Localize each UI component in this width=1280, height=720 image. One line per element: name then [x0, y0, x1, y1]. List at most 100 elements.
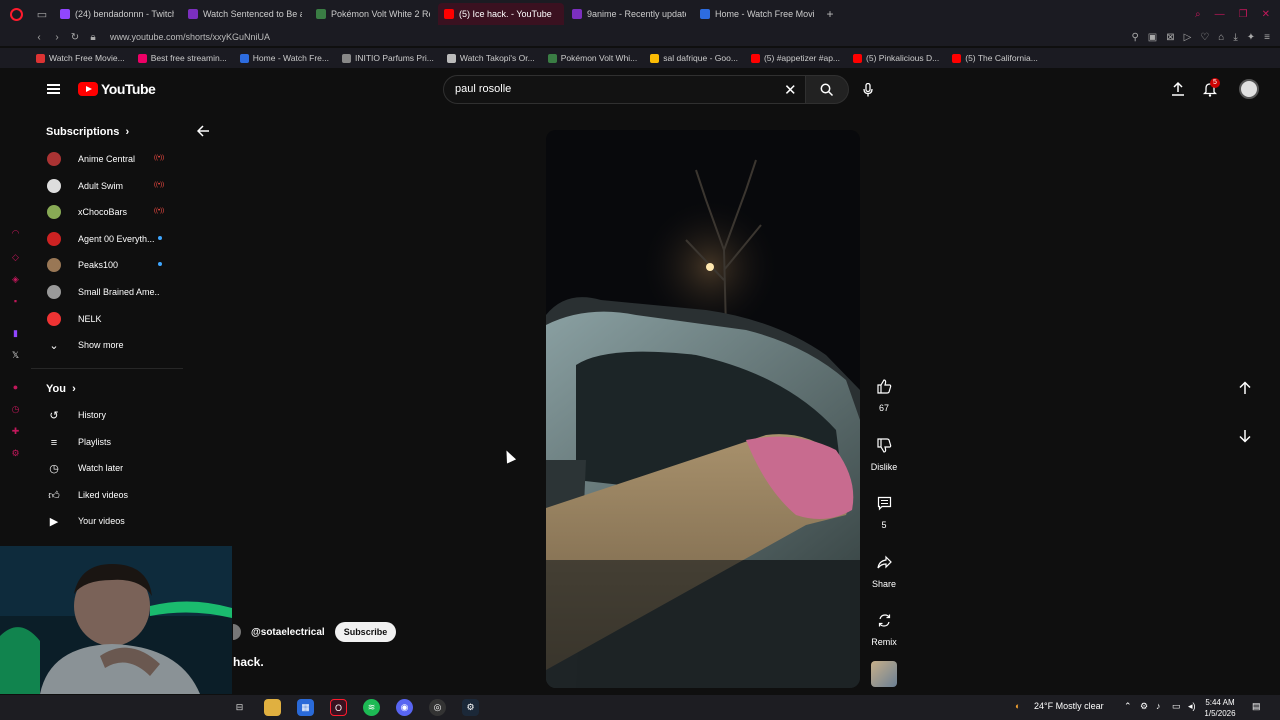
- close-window-icon[interactable]: ✕: [1262, 9, 1270, 20]
- you-header[interactable]: You ›: [46, 383, 76, 395]
- sidebar-app-icon[interactable]: ▪: [10, 296, 21, 307]
- channel-name[interactable]: @sotaelectrical: [251, 627, 325, 638]
- bookmark-item[interactable]: Watch Takopi's Or...: [446, 53, 535, 63]
- comments-action[interactable]: 5: [866, 489, 902, 530]
- next-short-arrow-icon[interactable]: [1234, 427, 1256, 449]
- tray-chevron-icon[interactable]: ⌃: [1124, 701, 1132, 712]
- bookmark-item[interactable]: (5) Pinkalicious D...: [853, 53, 939, 63]
- search-input[interactable]: paul rosolle ✕: [443, 75, 835, 104]
- back-arrow-icon[interactable]: [196, 125, 210, 140]
- you-item[interactable]: 👍︎ Liked videos: [31, 486, 183, 506]
- menu-icon[interactable]: ≡: [1264, 32, 1270, 43]
- remix-icon[interactable]: [870, 606, 898, 634]
- subscriptions-header[interactable]: Subscriptions ›: [46, 126, 129, 138]
- heart-icon[interactable]: ♡: [1200, 32, 1209, 43]
- bookmark-item[interactable]: Home - Watch Fre...: [239, 53, 329, 63]
- search-button[interactable]: [805, 75, 849, 104]
- weather-text[interactable]: 24°F Mostly clear: [1034, 701, 1104, 711]
- bookmark-item[interactable]: (5) #appetizer #ap...: [750, 53, 840, 63]
- you-item[interactable]: ▶ Your videos: [31, 512, 183, 532]
- bookmark-item[interactable]: (5) The California...: [952, 53, 1038, 63]
- subscription-item[interactable]: Agent 00 Everyth...: [31, 230, 183, 250]
- like-action[interactable]: 67: [866, 372, 902, 413]
- account-avatar[interactable]: [1239, 79, 1259, 99]
- comment-icon[interactable]: [870, 489, 898, 517]
- steam-icon[interactable]: ⚙: [462, 699, 479, 716]
- spotify-taskbar-icon[interactable]: ≋: [363, 699, 380, 716]
- remix-action[interactable]: Remix: [866, 606, 902, 647]
- browser-tab[interactable]: Watch Sentenced to Be a: [182, 3, 308, 25]
- tab-menu-icon[interactable]: ▭: [32, 0, 52, 28]
- opera-taskbar-icon[interactable]: O: [330, 699, 347, 716]
- guide-menu-icon[interactable]: [47, 84, 60, 94]
- you-item[interactable]: ◷ Watch later: [31, 459, 183, 479]
- bookmark-item[interactable]: Best free streamin...: [137, 53, 227, 63]
- system-clock[interactable]: 5:44 AM 1/5/2026: [1200, 697, 1240, 719]
- store-icon[interactable]: ▦: [297, 699, 314, 716]
- task-view-icon[interactable]: ⊟: [231, 699, 248, 716]
- clear-search-icon[interactable]: ✕: [784, 81, 797, 99]
- channel-avatar[interactable]: [233, 624, 241, 640]
- ai-icon[interactable]: ✦: [1247, 32, 1255, 43]
- pin-icon[interactable]: ⚲: [1131, 32, 1138, 43]
- share-icon[interactable]: [870, 548, 898, 576]
- upload-icon[interactable]: [1170, 81, 1186, 97]
- subscription-item[interactable]: Small Brained Ame...: [31, 283, 183, 303]
- extensions-icon[interactable]: ✚: [10, 426, 21, 437]
- youtube-logo[interactable]: YouTube: [78, 81, 156, 97]
- snapshot-icon[interactable]: ▣: [1148, 32, 1157, 43]
- back-icon[interactable]: ‹: [30, 32, 48, 43]
- voice-search-button[interactable]: [853, 75, 882, 104]
- adblock-icon[interactable]: ⊠: [1166, 32, 1174, 43]
- search-tabs-icon[interactable]: ⌕: [1195, 9, 1201, 20]
- subscription-item[interactable]: Adult Swim ((•)): [31, 177, 183, 197]
- forward-icon[interactable]: ›: [48, 32, 66, 43]
- reload-icon[interactable]: ↻: [66, 32, 84, 43]
- volume-icon[interactable]: ◂): [1188, 701, 1196, 712]
- opera-logo-icon[interactable]: [0, 0, 32, 28]
- minimize-icon[interactable]: —: [1215, 9, 1225, 20]
- subscription-item[interactable]: NELK: [31, 310, 183, 330]
- notifications-center-icon[interactable]: ▤: [1252, 701, 1261, 712]
- short-title[interactable]: hack.: [233, 655, 264, 669]
- url-field[interactable]: www.youtube.com/shorts/xxyKGuNniUA: [110, 32, 270, 42]
- sidebar-app-icon[interactable]: ◈: [10, 274, 21, 285]
- discord-icon[interactable]: ◉: [396, 699, 413, 716]
- settings-icon[interactable]: ⚙: [10, 448, 21, 459]
- sound-thumbnail[interactable]: [871, 661, 897, 687]
- mic-tray-icon[interactable]: ♪: [1156, 701, 1161, 711]
- previous-short-arrow-icon[interactable]: [1234, 379, 1256, 401]
- history-sidebar-icon[interactable]: ◷: [10, 404, 21, 415]
- bookmark-item[interactable]: sal dafrique - Goo...: [650, 53, 738, 63]
- browser-tab[interactable]: 9anime - Recently update: [566, 3, 692, 25]
- short-video-player[interactable]: [546, 130, 860, 688]
- subscription-item[interactable]: xChocoBars ((•)): [31, 203, 183, 223]
- dislike-action[interactable]: Dislike: [866, 431, 902, 472]
- browser-tab[interactable]: (5) Ice hack. - YouTube: [438, 3, 564, 25]
- you-item[interactable]: ≡ Playlists: [31, 433, 183, 453]
- browser-tab[interactable]: Home - Watch Free Movie: [694, 3, 820, 25]
- subscribe-button[interactable]: Subscribe: [334, 622, 397, 642]
- new-tab-button[interactable]: +: [820, 7, 840, 21]
- twitch-icon[interactable]: ▮: [10, 328, 21, 339]
- browser-tab[interactable]: (24) bendadonnn - Twitch: [54, 3, 180, 25]
- tray-app-icon[interactable]: ⚙: [1140, 701, 1148, 712]
- sidebar-app-icon[interactable]: ◇: [10, 252, 21, 263]
- share-action[interactable]: Share: [866, 548, 902, 589]
- browser-tab[interactable]: Pokémon Volt White 2 Re: [310, 3, 436, 25]
- wallet-icon[interactable]: ⌂: [1218, 32, 1224, 43]
- you-item[interactable]: ↺ History: [31, 406, 183, 426]
- file-explorer-icon[interactable]: [264, 699, 281, 716]
- bookmark-item[interactable]: Pokémon Volt Whi...: [547, 53, 637, 63]
- player-icon[interactable]: ▷: [1184, 32, 1192, 43]
- download-icon[interactable]: ⤓: [1233, 32, 1237, 43]
- sidebar-app-icon[interactable]: ◠: [10, 228, 21, 239]
- x-icon[interactable]: 𝕏: [10, 350, 21, 361]
- show-more-button[interactable]: ⌄ Show more: [31, 336, 183, 356]
- obs-icon[interactable]: ◎: [429, 699, 446, 716]
- network-icon[interactable]: ▭: [1172, 701, 1181, 712]
- spotify-icon[interactable]: ●: [10, 382, 21, 393]
- maximize-icon[interactable]: ❐: [1239, 9, 1248, 20]
- thumbs-up-icon[interactable]: [870, 372, 898, 400]
- thumbs-down-icon[interactable]: [870, 431, 898, 459]
